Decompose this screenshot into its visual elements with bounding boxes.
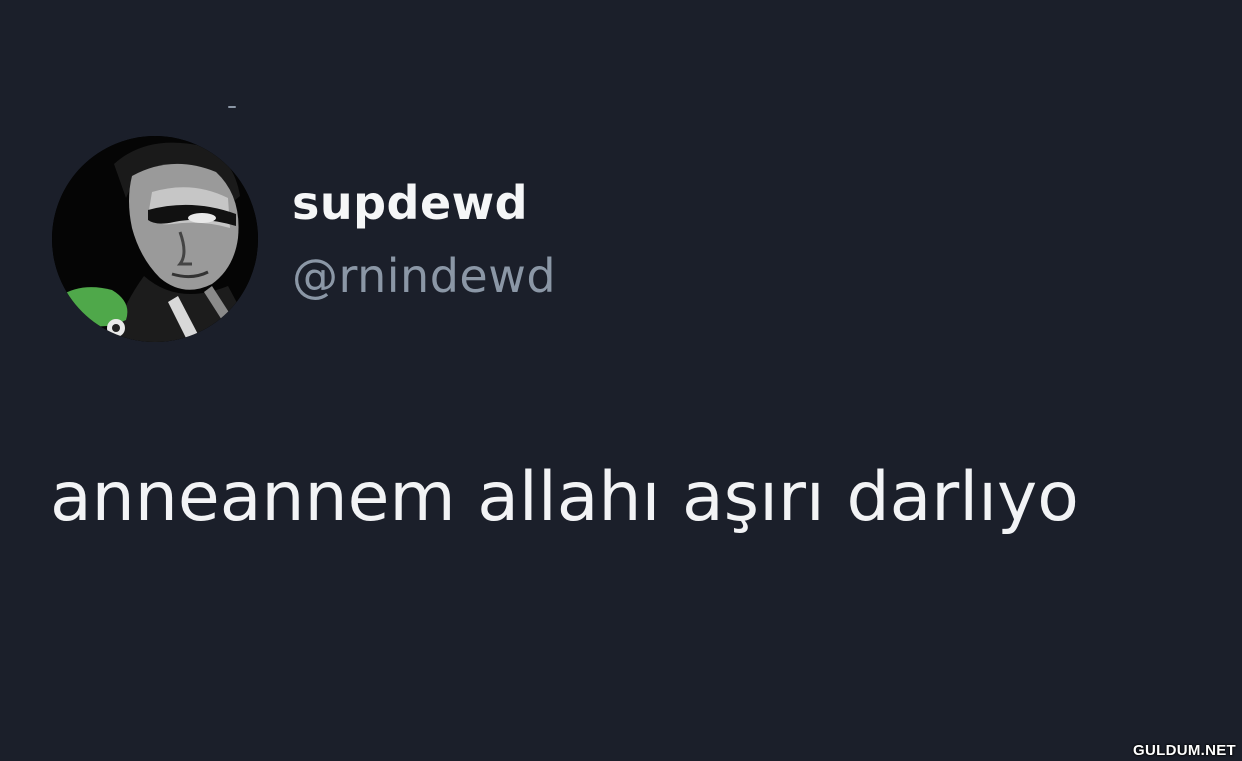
author-display-name[interactable]: supdewd [292, 173, 528, 233]
avatar-image [52, 136, 258, 342]
tweet-text: anneannem allahı aşırı darlıyo [50, 458, 1079, 537]
author-handle[interactable]: @rnindewd [292, 246, 556, 306]
avatar[interactable] [52, 136, 258, 342]
watermark: GULDUM.NET [1133, 742, 1236, 759]
decorative-mark [228, 106, 236, 108]
tweet-card: supdewd @rnindewd anneannem allahı aşırı… [0, 0, 1242, 761]
